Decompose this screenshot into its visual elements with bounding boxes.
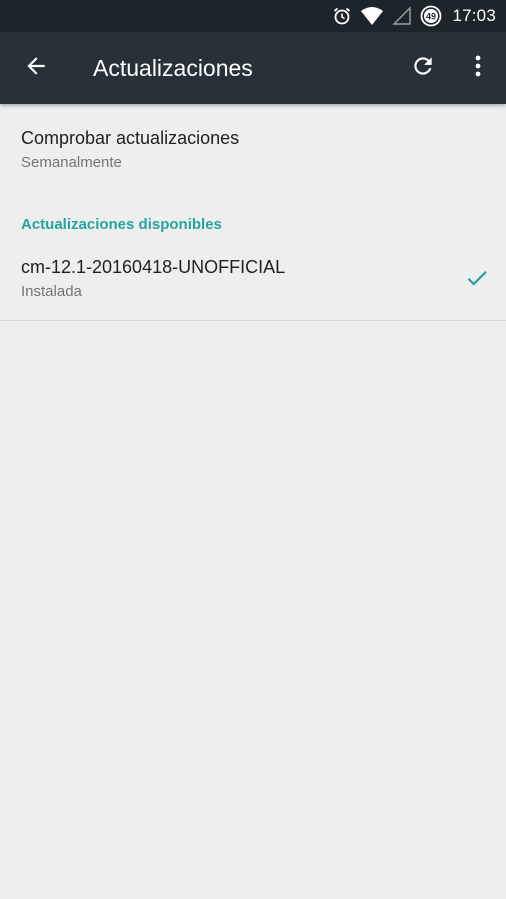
battery-level: 49 <box>426 12 436 22</box>
refresh-icon <box>410 53 436 84</box>
page-title: Actualizaciones <box>93 55 253 81</box>
battery-icon: 49 <box>420 5 442 27</box>
check-updates-summary: Semanalmente <box>21 154 122 171</box>
check-updates-preference[interactable]: Comprobar actualizaciones Semanalmente <box>0 104 506 192</box>
overflow-menu-button[interactable] <box>460 48 496 88</box>
check-updates-title: Comprobar actualizaciones <box>21 128 240 148</box>
status-icons: 49 17:03 <box>324 0 496 32</box>
wifi-icon <box>360 6 384 26</box>
update-item-summary: Instalada <box>21 283 82 300</box>
status-time: 17:03 <box>452 6 496 25</box>
available-updates-header: Actualizaciones disponibles <box>21 216 222 233</box>
divider <box>0 320 506 321</box>
check-icon <box>464 265 490 296</box>
more-vert-icon <box>474 54 482 83</box>
status-bar: 49 17:03 <box>0 0 506 32</box>
refresh-button[interactable] <box>403 48 443 88</box>
update-item-title: cm-12.1-20160418-UNOFFICIAL <box>21 257 286 277</box>
update-item[interactable]: cm-12.1-20160418-UNOFFICIAL Instalada <box>0 244 506 320</box>
app-toolbar: Actualizaciones <box>0 32 506 104</box>
signal-icon <box>392 6 412 26</box>
alarm-icon <box>332 6 352 26</box>
arrow-back-icon <box>23 53 49 84</box>
back-button[interactable] <box>16 48 56 88</box>
